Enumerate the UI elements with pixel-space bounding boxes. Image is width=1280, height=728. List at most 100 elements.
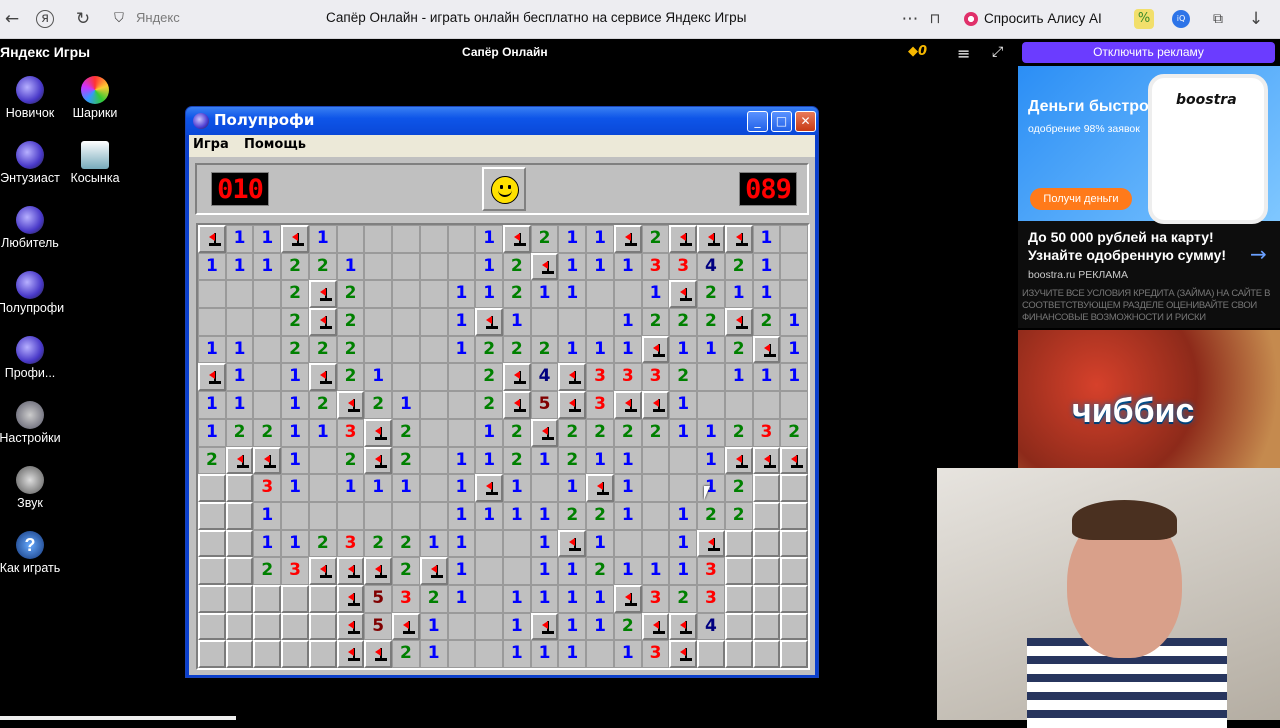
address-bar[interactable]: Яндекс [136,10,180,25]
flagged-cell[interactable] [669,640,698,668]
empty-cell[interactable] [336,501,365,530]
number-cell[interactable]: 1 [558,584,587,613]
ad-boostra[interactable]: boostra Деньги быстро одобрение 98% заяв… [1018,66,1280,328]
number-cell[interactable]: 1 [281,446,309,475]
empty-cell[interactable] [419,474,448,502]
number-cell[interactable]: 1 [613,446,642,475]
empty-cell[interactable] [419,391,448,419]
number-cell[interactable]: 2 [558,418,587,447]
number-cell[interactable]: 1 [253,225,282,253]
hidden-cell[interactable] [780,474,808,502]
number-cell[interactable]: 5 [530,391,559,419]
empty-cell[interactable] [697,363,725,392]
flagged-cell[interactable] [669,225,698,253]
number-cell[interactable]: 1 [586,252,614,281]
number-cell[interactable]: 1 [502,474,531,502]
flagged-cell[interactable] [558,391,587,419]
number-cell[interactable]: 1 [392,474,420,502]
empty-cell[interactable] [475,640,503,668]
number-cell[interactable]: 2 [558,446,587,475]
bookmark-icon[interactable]: ⊓ [925,9,945,29]
number-cell[interactable]: 2 [641,418,670,447]
hidden-cell[interactable] [253,640,282,668]
hidden-cell[interactable] [780,612,808,641]
flagged-cell[interactable] [364,557,393,585]
number-cell[interactable]: 1 [502,612,531,641]
number-cell[interactable]: 1 [613,335,642,364]
empty-cell[interactable] [447,363,476,392]
number-cell[interactable]: 1 [613,474,642,502]
flagged-cell[interactable] [613,584,642,613]
extension-icon[interactable]: iQ [1172,10,1190,28]
number-cell[interactable]: 1 [336,474,365,502]
number-cell[interactable]: 1 [613,501,642,530]
empty-cell[interactable] [225,280,254,309]
number-cell[interactable]: 2 [502,418,531,447]
number-cell[interactable]: 1 [475,280,503,309]
number-cell[interactable]: 2 [281,308,309,336]
window-titlebar[interactable]: Полупрофи _ □ ✕ [186,107,818,135]
number-cell[interactable]: 1 [502,501,531,530]
number-cell[interactable]: 1 [447,584,476,613]
number-cell[interactable]: 3 [697,584,725,613]
number-cell[interactable]: 1 [225,391,254,419]
number-cell[interactable]: 1 [669,557,698,585]
close-button[interactable]: ✕ [795,111,816,132]
number-cell[interactable]: 1 [253,529,282,558]
ad-chibbis[interactable]: чиббис [1018,330,1280,468]
empty-cell[interactable] [780,225,808,253]
number-cell[interactable]: 3 [253,474,282,502]
flagged-cell[interactable] [364,640,393,668]
empty-cell[interactable] [697,391,725,419]
hidden-cell[interactable] [780,584,808,613]
number-cell[interactable]: 2 [475,335,503,364]
flagged-cell[interactable] [502,391,531,419]
minimize-button[interactable]: _ [747,111,768,132]
flagged-cell[interactable] [586,474,614,502]
empty-cell[interactable] [419,225,448,253]
hidden-cell[interactable] [724,640,753,668]
hidden-cell[interactable] [253,584,282,613]
empty-cell[interactable] [475,584,503,613]
empty-cell[interactable] [447,640,476,668]
hidden-cell[interactable] [752,640,781,668]
hidden-cell[interactable] [225,529,254,558]
flagged-cell[interactable] [752,446,781,475]
empty-cell[interactable] [475,557,503,585]
flagged-cell[interactable] [419,557,448,585]
number-cell[interactable]: 1 [364,474,393,502]
number-cell[interactable]: 2 [724,252,753,281]
hidden-cell[interactable] [225,474,254,502]
flagged-cell[interactable] [613,225,642,253]
number-cell[interactable]: 1 [336,252,365,281]
number-cell[interactable]: 2 [502,335,531,364]
empty-cell[interactable] [225,308,254,336]
number-cell[interactable]: 2 [613,612,642,641]
coins-counter[interactable]: ◆0 [908,44,927,59]
flagged-cell[interactable] [225,446,254,475]
hidden-cell[interactable] [752,529,781,558]
empty-cell[interactable] [641,501,670,530]
flagged-cell[interactable] [669,280,698,309]
number-cell[interactable]: 3 [641,640,670,668]
number-cell[interactable]: 1 [447,280,476,309]
number-cell[interactable]: 1 [752,280,781,309]
desktop-icon-pro[interactable]: Профи... [0,336,63,380]
empty-cell[interactable] [669,474,698,502]
number-cell[interactable]: 1 [724,280,753,309]
number-cell[interactable]: 2 [502,446,531,475]
empty-cell[interactable] [613,280,642,309]
empty-cell[interactable] [586,280,614,309]
number-cell[interactable]: 1 [502,640,531,668]
number-cell[interactable]: 2 [225,418,254,447]
flagged-cell[interactable] [364,446,393,475]
flagged-cell[interactable] [530,612,559,641]
empty-cell[interactable] [419,252,448,281]
empty-cell[interactable] [198,280,226,309]
flagged-cell[interactable] [364,418,393,447]
hidden-cell[interactable] [780,529,808,558]
number-cell[interactable]: 1 [586,335,614,364]
empty-cell[interactable] [198,308,226,336]
number-cell[interactable]: 2 [392,640,420,668]
discount-icon[interactable]: % [1134,9,1154,29]
